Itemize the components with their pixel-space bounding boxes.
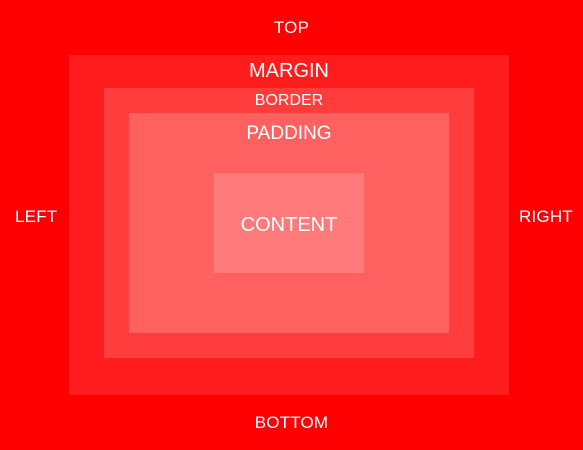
bottom-label: BOTTOM — [254, 413, 329, 432]
content-label: CONTENT — [240, 214, 338, 236]
left-label: LEFT — [15, 207, 58, 226]
box-model-diagram: TOP LEFT RIGHT BOTTOM MARGIN BORDER PADD… — [0, 0, 583, 450]
border-label: BORDER — [254, 92, 324, 109]
top-label: TOP — [273, 18, 310, 37]
content-box: CONTENT — [214, 173, 364, 273]
right-label: RIGHT — [519, 207, 573, 226]
margin-label: MARGIN — [249, 60, 329, 82]
padding-label: PADDING — [246, 123, 332, 144]
